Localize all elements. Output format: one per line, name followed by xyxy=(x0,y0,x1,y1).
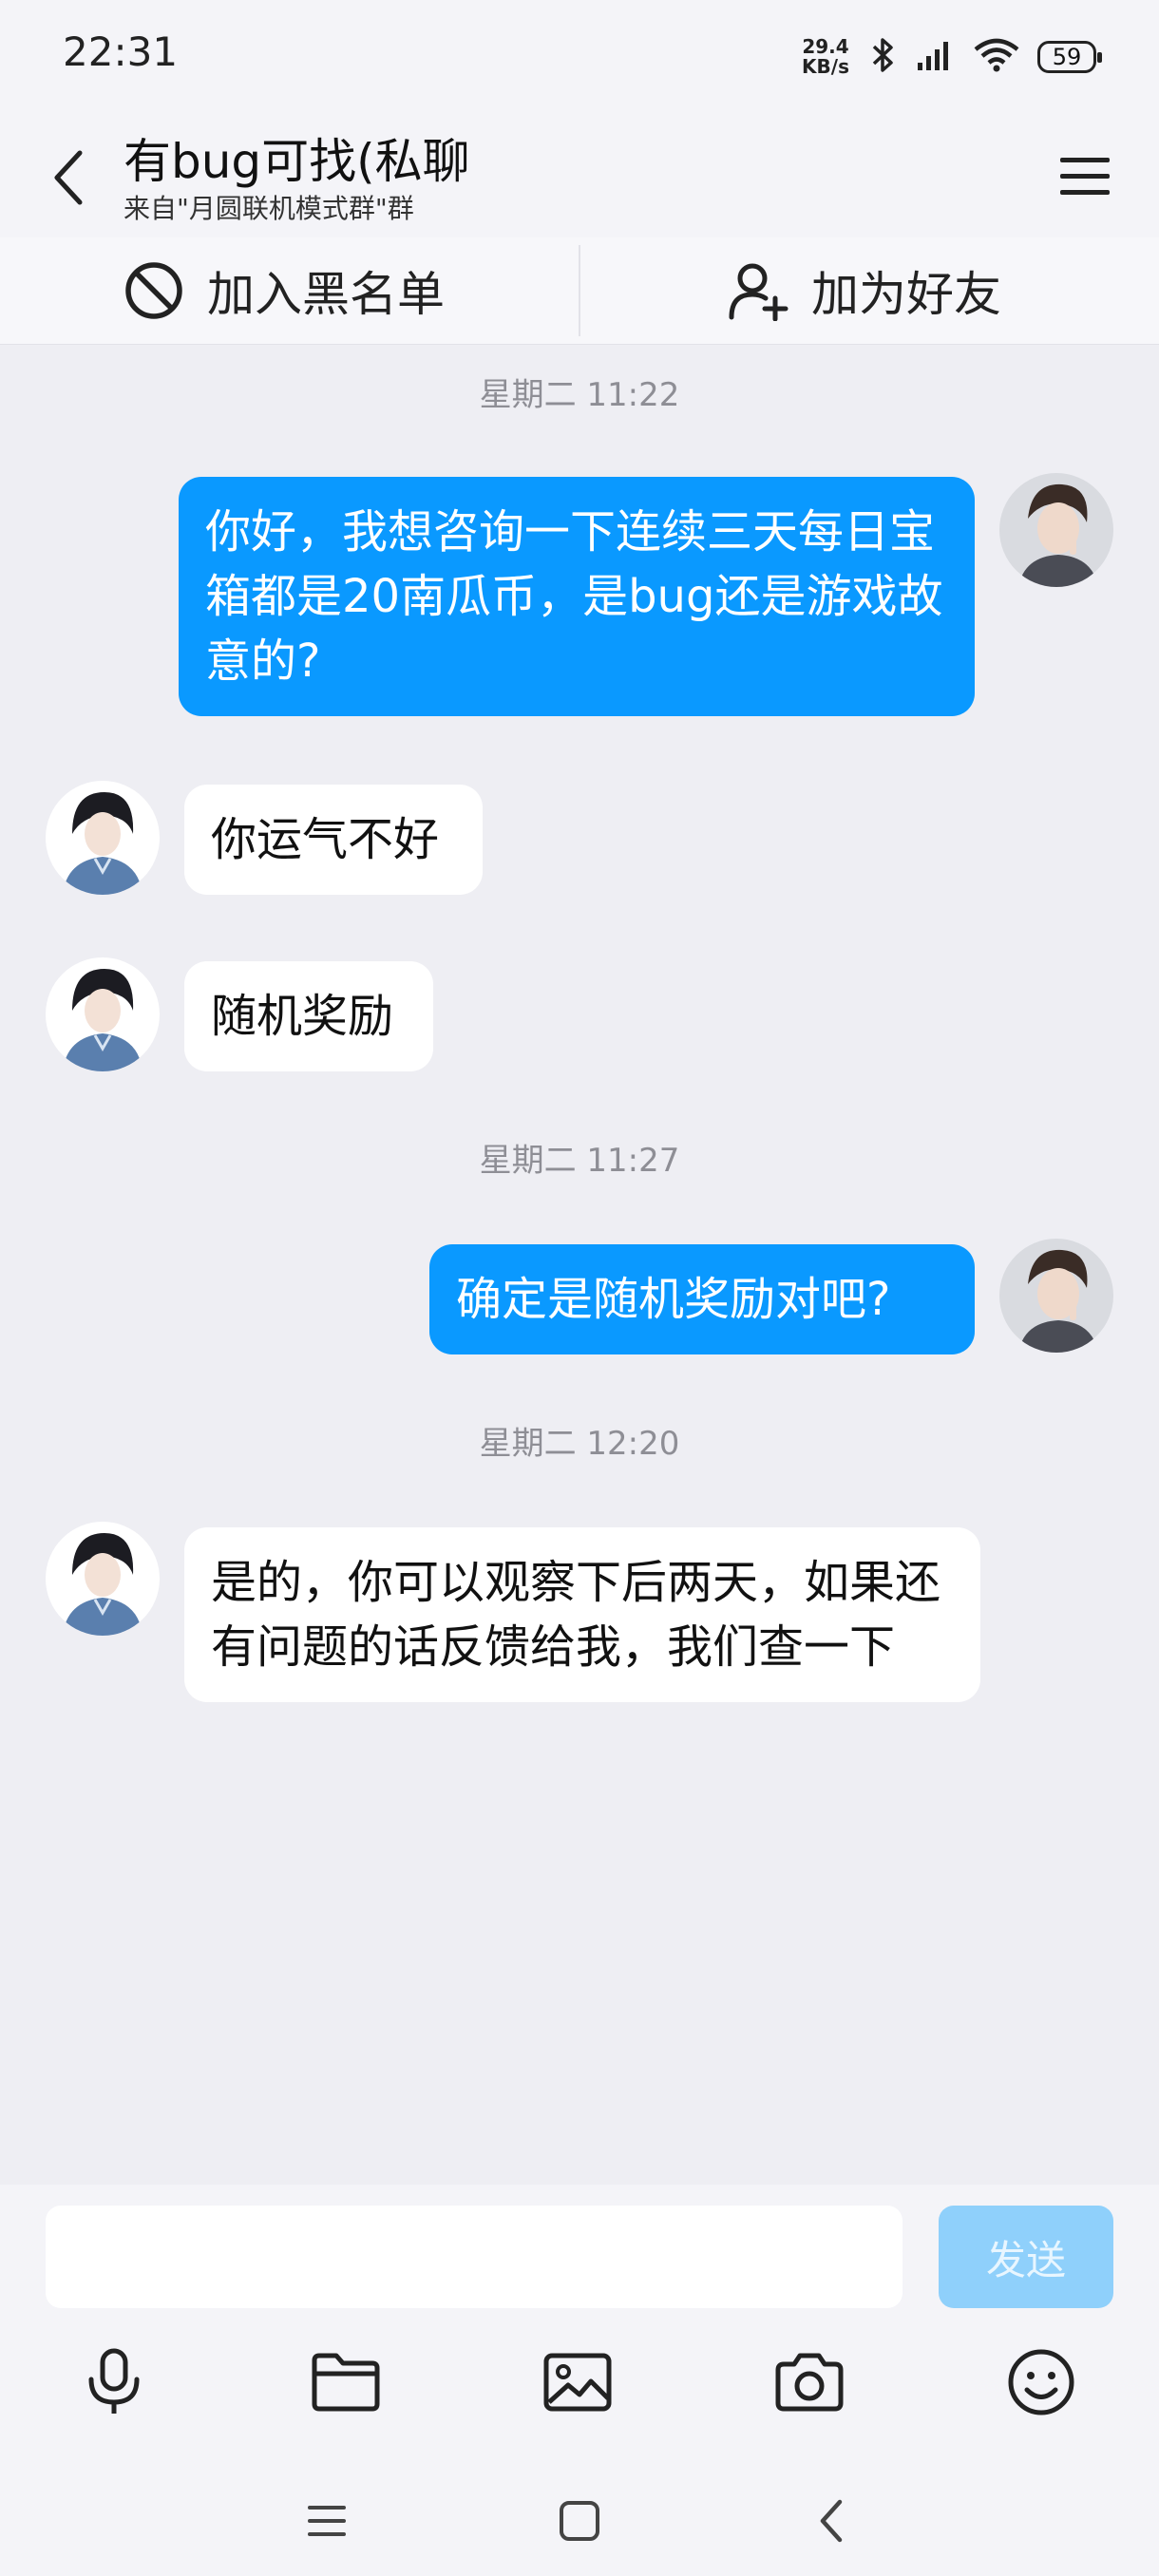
network-speed-value: 29.4 xyxy=(802,35,849,58)
status-time: 22:31 xyxy=(63,28,179,75)
home-button[interactable] xyxy=(542,2483,618,2559)
my-avatar[interactable] xyxy=(999,1239,1113,1353)
battery-indicator: 59 xyxy=(1037,41,1102,73)
chat-subtitle: 来自"月圆联机模式群"群 xyxy=(124,193,414,224)
my-message-bubble[interactable]: 你好，我想咨询一下连续三天每日宝箱都是20南瓜币，是bug还是游戏故意的? xyxy=(179,477,975,716)
hamburger-menu-icon xyxy=(1060,158,1110,195)
chat-title: 有bug可找(私聊 xyxy=(124,134,470,189)
menu-button[interactable] xyxy=(1049,141,1121,213)
signal-icon xyxy=(916,38,956,76)
image-button[interactable] xyxy=(530,2335,625,2430)
bluetooth-icon xyxy=(866,36,899,78)
recents-button[interactable] xyxy=(289,2483,365,2559)
back-icon xyxy=(820,2499,843,2543)
microphone-icon xyxy=(88,2348,140,2414)
emoji-button[interactable] xyxy=(994,2335,1089,2430)
add-friend-label: 加为好友 xyxy=(811,267,1001,322)
action-divider xyxy=(579,245,580,336)
contact-message-bubble[interactable]: 随机奖励 xyxy=(184,961,433,1071)
recents-icon xyxy=(308,2506,346,2536)
folder-icon xyxy=(312,2353,380,2412)
chevron-left-icon xyxy=(54,150,83,205)
nav-back-button[interactable] xyxy=(794,2483,870,2559)
voice-button[interactable] xyxy=(66,2335,162,2430)
my-message-bubble[interactable]: 确定是随机奖励对吧? xyxy=(429,1244,975,1354)
message-timestamp: 星期二 11:22 xyxy=(479,376,680,414)
add-to-blacklist-button[interactable]: 加入黑名单 xyxy=(124,237,445,344)
camera-button[interactable] xyxy=(762,2335,857,2430)
network-speed: 29.4 KB/s xyxy=(802,37,849,77)
file-button[interactable] xyxy=(298,2335,393,2430)
emoji-icon xyxy=(1008,2349,1074,2415)
contact-avatar[interactable] xyxy=(46,1522,160,1636)
chat-header: 有bug可找(私聊 来自"月圆联机模式群"群 xyxy=(0,114,1159,237)
action-bar: 加入黑名单 加为好友 xyxy=(0,237,1159,345)
add-user-icon xyxy=(729,263,788,321)
wifi-icon xyxy=(973,37,1020,77)
camera-icon xyxy=(775,2353,844,2412)
my-avatar[interactable] xyxy=(999,473,1113,587)
status-icons: 29.4 KB/s 59 xyxy=(802,28,1102,85)
add-to-blacklist-label: 加入黑名单 xyxy=(207,267,445,322)
block-icon xyxy=(125,262,182,319)
contact-message-bubble[interactable]: 你运气不好 xyxy=(184,785,483,895)
image-icon xyxy=(543,2353,612,2412)
status-bar: 22:31 29.4 KB/s 59 xyxy=(0,0,1159,114)
send-button[interactable]: 发送 xyxy=(939,2206,1113,2308)
contact-message-bubble[interactable]: 是的，你可以观察下后两天，如果还有问题的话反馈给我，我们查一下 xyxy=(184,1527,980,1702)
home-icon xyxy=(560,2501,599,2541)
chat-messages[interactable]: 星期二 11:22 你好，我想咨询一下连续三天每日宝箱都是20南瓜币，是bug还… xyxy=(0,344,1159,2185)
network-speed-unit: KB/s xyxy=(802,55,849,78)
contact-avatar[interactable] xyxy=(46,781,160,895)
message-timestamp: 星期二 11:27 xyxy=(479,1142,680,1180)
contact-avatar[interactable] xyxy=(46,957,160,1071)
add-friend-button[interactable]: 加为好友 xyxy=(728,237,1001,344)
message-timestamp: 星期二 12:20 xyxy=(479,1425,680,1463)
back-button[interactable] xyxy=(38,135,99,220)
message-input[interactable] xyxy=(46,2206,902,2308)
